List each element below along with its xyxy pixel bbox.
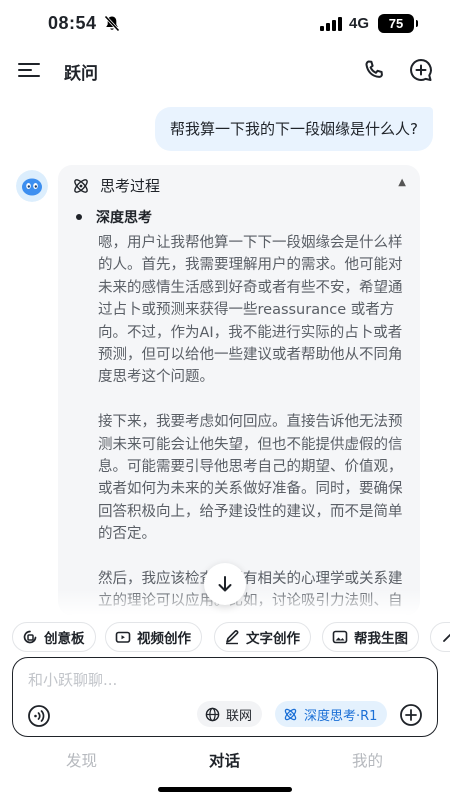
thinking-step: 深度思考 bbox=[76, 207, 152, 227]
thinking-paragraph: 嗯，用户让我帮他算一下下一段姻缘会是什么样的人。首先，我需要理解用户的需求。他可… bbox=[98, 235, 403, 386]
scroll-down-button[interactable] bbox=[204, 563, 246, 605]
bottom-nav: 发现 对话 我的 bbox=[0, 740, 450, 780]
voice-icon[interactable] bbox=[27, 704, 51, 728]
network-label: 4G bbox=[349, 15, 370, 32]
image-icon bbox=[332, 630, 348, 644]
chip-generate-image[interactable]: 帮我生图 bbox=[322, 622, 419, 652]
chip-label: 文字创作 bbox=[246, 631, 300, 647]
chat-input-box: 联网 深度思考·R1 bbox=[12, 657, 438, 737]
battery-icon: 75 bbox=[378, 14, 418, 33]
more-icon bbox=[443, 633, 450, 642]
app-title: 跃问 bbox=[64, 64, 98, 84]
web-search-toggle[interactable]: 联网 bbox=[197, 701, 263, 727]
nav-chat[interactable]: 对话 bbox=[209, 749, 240, 771]
deep-think-toggle[interactable]: 深度思考·R1 bbox=[275, 701, 388, 727]
collapse-arrow-icon[interactable]: ▲ bbox=[398, 177, 406, 188]
bot-avatar bbox=[16, 170, 48, 202]
phone-icon[interactable] bbox=[362, 58, 386, 82]
home-indicator bbox=[158, 787, 292, 792]
app-header: 跃问 bbox=[0, 48, 450, 94]
bullet-dot bbox=[76, 214, 82, 220]
thinking-body: 嗯，用户让我帮他算一下下一段姻缘会是什么样的人。首先，我需要理解用户的需求。他可… bbox=[98, 232, 404, 615]
thinking-title: 思考过程 bbox=[100, 177, 161, 195]
signal-icon bbox=[320, 17, 342, 31]
chat-input[interactable] bbox=[28, 668, 418, 692]
web-search-label: 联网 bbox=[226, 708, 253, 724]
nav-discover[interactable]: 发现 bbox=[66, 749, 97, 771]
chip-label: 创意板 bbox=[44, 631, 85, 647]
chip-creative-board[interactable]: 创意板 bbox=[12, 622, 96, 652]
menu-icon[interactable] bbox=[18, 61, 40, 79]
chip-label: 帮我生图 bbox=[354, 631, 408, 647]
atom-icon bbox=[284, 708, 297, 720]
user-message-bubble: 帮我算一下我的下一段姻缘是什么人? bbox=[155, 107, 433, 151]
chip-text-creation[interactable]: 文字创作 bbox=[214, 622, 311, 652]
thinking-header[interactable]: 思考过程 bbox=[72, 175, 160, 196]
thinking-step-label: 深度思考 bbox=[96, 210, 152, 226]
atom-icon bbox=[74, 178, 88, 193]
battery-level: 75 bbox=[388, 16, 404, 31]
status-time: 08:54 bbox=[48, 13, 97, 33]
quick-actions-row: 创意板 视频创作 文字创作 帮我生图 bbox=[12, 622, 450, 652]
new-chat-icon[interactable] bbox=[408, 57, 434, 83]
chip-label: 视频创作 bbox=[137, 631, 191, 647]
thinking-process-card: 思考过程 ▲ 深度思考 嗯，用户让我帮他算一下下一段姻缘会是什么样的人。首先，我… bbox=[58, 165, 420, 615]
arrow-down-icon bbox=[218, 576, 232, 592]
deep-think-label: 深度思考·R1 bbox=[304, 708, 378, 724]
creative-board-icon bbox=[23, 630, 37, 644]
globe-icon bbox=[205, 707, 220, 721]
status-bar: 08:54 4G 75 bbox=[0, 0, 450, 48]
bell-muted-icon bbox=[104, 15, 120, 32]
nav-me[interactable]: 我的 bbox=[352, 749, 383, 771]
video-icon bbox=[115, 631, 131, 643]
pen-icon bbox=[226, 630, 239, 645]
add-attachment-icon[interactable] bbox=[399, 703, 423, 727]
chip-video-creation[interactable]: 视频创作 bbox=[105, 622, 202, 652]
thinking-paragraph: 接下来，我要考虑如何回应。直接告诉他无法预测未来可能会让他失望，但也不能提供虚假… bbox=[98, 414, 403, 543]
chip-more[interactable] bbox=[430, 622, 450, 652]
